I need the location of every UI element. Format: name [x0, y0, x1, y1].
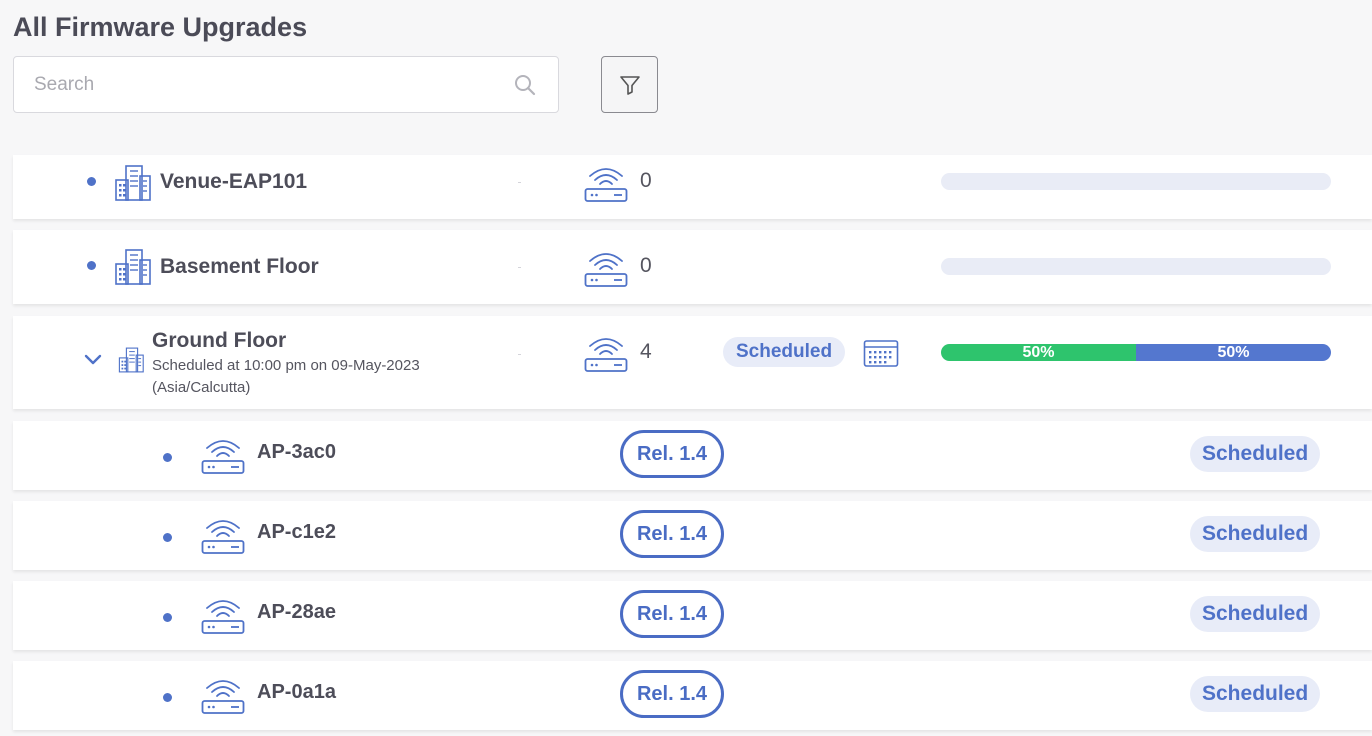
status-badge: Scheduled: [1190, 676, 1321, 712]
device-count: 0: [640, 254, 652, 277]
venue-name: Basement Floor: [160, 255, 319, 278]
access-point-icon: [201, 680, 245, 714]
bullet-dot: [163, 693, 172, 702]
release-badge[interactable]: Rel. 1.4: [620, 430, 724, 478]
venue-row-expanded[interactable]: Ground Floor Scheduled at 10:00 pm on 09…: [13, 316, 1372, 409]
access-point-icon: [584, 168, 628, 202]
device-name: AP-0a1a: [257, 681, 336, 703]
device-name: AP-28ae: [257, 601, 336, 623]
bullet-dot: [163, 453, 172, 462]
device-row[interactable]: AP-0a1a Rel. 1.4 Scheduled: [13, 661, 1372, 730]
venue-row[interactable]: Venue-EAP101 0: [13, 155, 1372, 219]
device-count: 4: [640, 340, 652, 363]
search-box[interactable]: [13, 56, 559, 113]
building-icon: [115, 249, 151, 285]
access-point-icon: [201, 520, 245, 554]
bullet-dot: [87, 177, 96, 186]
status-badge: Scheduled: [1190, 516, 1321, 552]
venue-row[interactable]: Basement Floor 0: [13, 230, 1372, 304]
device-count: 0: [640, 169, 652, 192]
search-input[interactable]: [34, 72, 494, 98]
chevron-down-icon[interactable]: [84, 354, 102, 366]
status-badge: Scheduled: [1190, 596, 1321, 632]
device-row[interactable]: AP-c1e2 Rel. 1.4 Scheduled: [13, 501, 1372, 570]
venue-name: Ground Floor: [152, 329, 287, 352]
upgrade-progress-bar: 50% 50%: [941, 344, 1331, 361]
release-badge[interactable]: Rel. 1.4: [620, 510, 724, 558]
calendar-icon[interactable]: [863, 338, 899, 368]
device-name: AP-c1e2: [257, 521, 336, 543]
bullet-dot: [163, 533, 172, 542]
progress-segment-scheduled: 50%: [1136, 344, 1331, 361]
status-badge: Scheduled: [723, 337, 846, 367]
page-title: All Firmware Upgrades: [13, 12, 308, 42]
filter-icon: [619, 75, 640, 95]
venue-name: Venue-EAP101: [160, 170, 308, 193]
bullet-dot: [163, 613, 172, 622]
building-icon: [118, 347, 144, 373]
search-icon: [515, 75, 536, 96]
device-name: AP-3ac0: [257, 441, 336, 463]
schedule-timezone: (Asia/Calcutta): [152, 379, 251, 396]
building-icon: [115, 165, 151, 201]
access-point-icon: [584, 338, 628, 372]
device-row[interactable]: AP-3ac0 Rel. 1.4 Scheduled: [13, 421, 1372, 490]
upgrade-progress-bar: [941, 258, 1331, 275]
release-badge[interactable]: Rel. 1.4: [620, 590, 724, 638]
release-badge[interactable]: Rel. 1.4: [620, 670, 724, 718]
device-row[interactable]: AP-28ae Rel. 1.4 Scheduled: [13, 581, 1372, 650]
status-badge: Scheduled: [1190, 436, 1321, 472]
access-point-icon: [584, 253, 628, 287]
filter-button[interactable]: [601, 56, 658, 113]
access-point-icon: [201, 440, 245, 474]
access-point-icon: [201, 600, 245, 634]
upgrade-progress-bar: [941, 173, 1331, 190]
schedule-time: Scheduled at 10:00 pm on 09-May-2023: [152, 357, 420, 374]
progress-segment-completed: 50%: [941, 344, 1136, 361]
bullet-dot: [87, 261, 96, 270]
